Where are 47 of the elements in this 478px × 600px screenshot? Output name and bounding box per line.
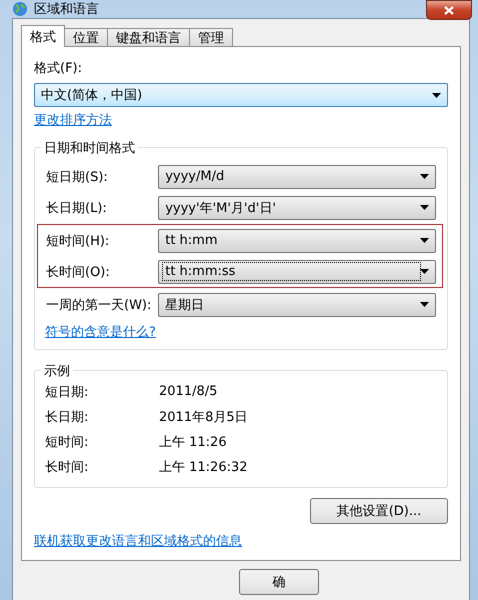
dropdown-value: yyyy/M/d [164, 168, 226, 185]
close-icon [444, 6, 454, 14]
example-label: 短时间: [45, 434, 90, 450]
window-title: 区域和语言 [34, 1, 99, 18]
field-label: 长日期(L): [46, 200, 108, 216]
close-button[interactable] [426, 0, 472, 20]
field-label: 长时间(O): [46, 264, 111, 280]
dropdown[interactable]: 星期日 [158, 292, 436, 316]
change-sort-link[interactable]: 更改排序方法 [34, 113, 112, 128]
example-value: 2011年8月5日 [159, 408, 248, 426]
format-label: 格式(F): [34, 60, 84, 77]
dropdown-value: 中文(简体，中国) [40, 87, 144, 105]
tab[interactable]: 键盘和语言 [107, 28, 190, 47]
dialog-button[interactable]: 确 [239, 569, 319, 595]
field-label: 短日期(S): [46, 168, 109, 186]
field-label: 短时间(H): [46, 232, 110, 250]
dropdown-value: tt h:mm:ss [163, 263, 420, 280]
dropdown[interactable]: yyyy'年'M'月'd'日' [158, 196, 436, 220]
dropdown-arrow-icon [420, 174, 429, 179]
symbols-help-link[interactable]: 符号的含意是什么? [45, 325, 156, 340]
example-label: 长时间: [45, 458, 90, 476]
dropdown[interactable]: yyyy/M/d [158, 164, 436, 188]
group-title: 示例 [41, 362, 73, 380]
online-info-link[interactable]: 联机获取更改语言和区域格式的信息 [34, 534, 242, 549]
example-value: 上午 11:26:32 [159, 458, 248, 476]
tab[interactable]: 管理 [189, 28, 233, 47]
example-value: 2011/8/5 [159, 384, 218, 399]
other-settings-button[interactable]: 其他设置(D)... [310, 498, 448, 524]
format-dropdown[interactable]: 中文(简体，中国) [34, 83, 448, 107]
dropdown-arrow-icon [420, 205, 429, 210]
dropdown-arrow-icon [420, 238, 429, 243]
field-label: 一周的第一天(W): [46, 296, 152, 314]
globe-icon [12, 1, 28, 17]
dropdown-arrow-icon [432, 92, 441, 98]
tab[interactable]: 格式 [21, 25, 65, 47]
dropdown-arrow-icon [420, 302, 429, 307]
dropdown-arrow-icon [420, 269, 429, 274]
group-title: 日期和时间格式 [41, 139, 138, 157]
dropdown[interactable]: tt h:mm [158, 228, 436, 252]
tab[interactable]: 位置 [64, 28, 108, 47]
dropdown-value: yyyy'年'M'月'd'日' [164, 200, 277, 218]
example-value: 上午 11:26 [159, 434, 227, 450]
example-label: 短日期: [45, 384, 90, 400]
dropdown[interactable]: tt h:mm:ss [158, 260, 436, 284]
dropdown-value: tt h:mm [164, 232, 218, 249]
dropdown-value: 星期日 [164, 296, 206, 314]
example-label: 长日期: [45, 408, 90, 426]
